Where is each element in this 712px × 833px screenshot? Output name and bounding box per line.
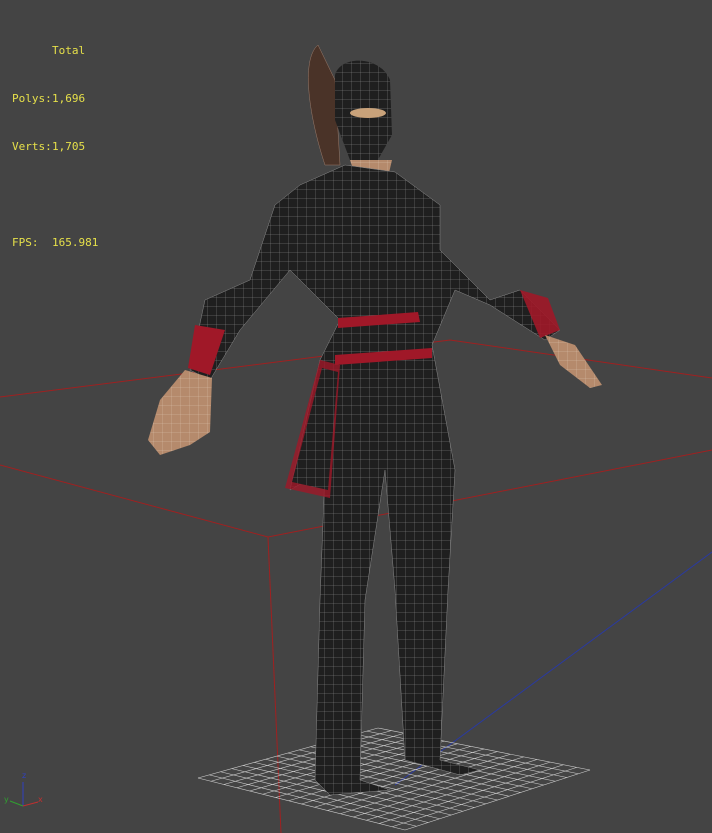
axis-gizmo — [9, 782, 39, 807]
verts-label: Verts: — [12, 140, 52, 153]
home-grid — [197, 727, 591, 831]
polys-value: 1,696 — [52, 92, 86, 105]
gizmo-x-label: x — [38, 795, 43, 804]
scene — [0, 44, 712, 833]
grid-line — [366, 730, 579, 775]
viewport-statistics: Total Polys: 1,696 Verts: 1,705 FPS: 165.98… — [12, 11, 98, 283]
gizmo-z-label: z — [22, 771, 27, 780]
fps-label: FPS: — [12, 236, 39, 249]
gizmo-y-label: y — [4, 795, 9, 804]
fps-value: 165.981 — [52, 236, 99, 249]
viewport[interactable]: Total Polys: 1,696 Verts: 1,705 FPS: 165.98… — [0, 0, 712, 833]
polys-label: Polys: — [12, 92, 52, 105]
verts-value: 1,705 — [52, 140, 86, 153]
stats-header: Total — [52, 44, 86, 57]
